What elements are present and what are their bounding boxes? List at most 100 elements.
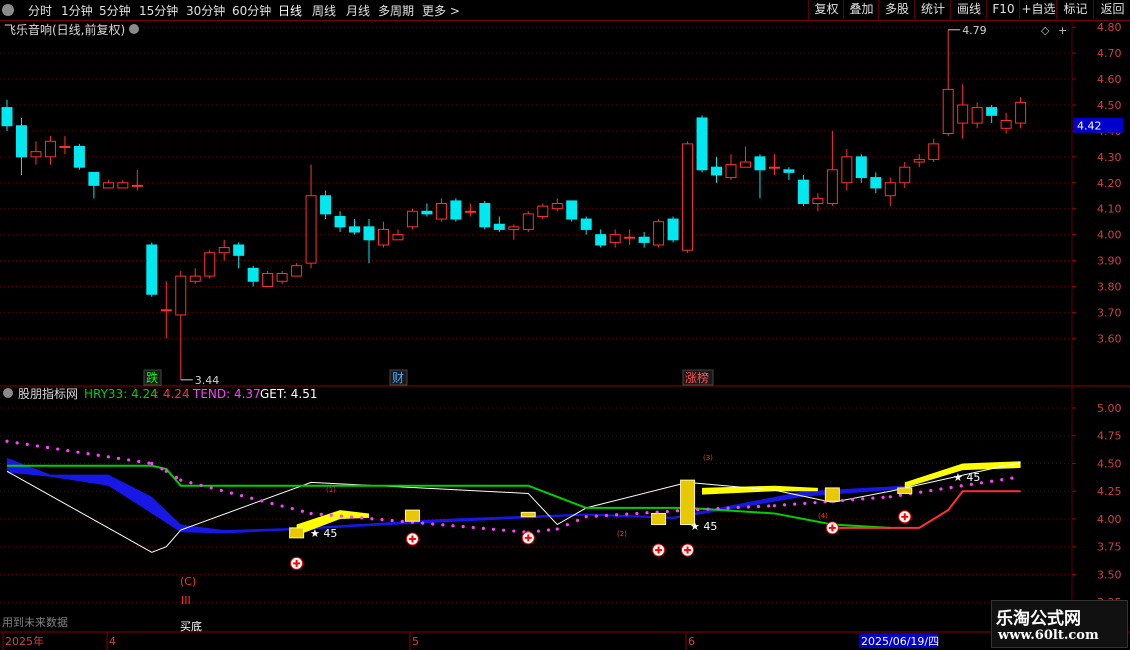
main-tick-label-2: 3.80: [1097, 280, 1122, 293]
candle-body: [739, 161, 751, 168]
c-label: (C): [180, 575, 196, 588]
candle-66: [957, 84, 969, 139]
tend-dot: [209, 486, 213, 490]
period-tab-8[interactable]: 月线: [346, 2, 370, 19]
indicator-dropdown-icon: [3, 388, 13, 398]
roman-label: III: [181, 594, 191, 607]
tend-dot: [851, 498, 855, 502]
candle-2: [30, 141, 42, 165]
star-label-0: ★ 45: [310, 527, 337, 540]
toolbar-button-3[interactable]: 统计: [914, 0, 951, 19]
candle-body: [826, 169, 838, 205]
period-tab-9[interactable]: 多周期: [378, 2, 414, 19]
tend-dot: [502, 528, 506, 532]
candle-17: [247, 265, 259, 287]
candle-body: [768, 166, 780, 169]
period-tab-10[interactable]: 更多 >: [422, 2, 460, 19]
tend-dot: [179, 478, 183, 482]
tend-dot: [675, 509, 680, 513]
candle-45: [653, 219, 665, 248]
plus-marker-6: [898, 510, 912, 524]
candle-42: [609, 229, 621, 248]
gold-bar-6: [897, 487, 913, 494]
tend-dot: [782, 503, 787, 507]
tend-dot: [137, 459, 141, 464]
period-tab-7[interactable]: 周线: [312, 2, 336, 19]
candle-body: [609, 234, 621, 243]
tend-dot: [56, 447, 60, 451]
candle-body: [88, 171, 100, 186]
gold-bar-2: [520, 511, 536, 518]
current-price-label: 4.42: [1077, 120, 1102, 133]
tend-dot: [147, 461, 151, 465]
main-tick-label-7: 4.30: [1097, 151, 1122, 164]
toolbar-button-2[interactable]: 多股: [878, 0, 915, 19]
toolbar-button-7[interactable]: 标记: [1056, 0, 1094, 19]
toolbar-menu-icon[interactable]: [2, 4, 14, 16]
candle-49: [711, 156, 723, 183]
period-tab-2[interactable]: 5分钟: [99, 2, 131, 19]
candle-13: [189, 268, 201, 284]
toolbar-button-6[interactable]: +自选: [1019, 0, 1057, 19]
tend-dot: [665, 509, 669, 514]
period-tab-6[interactable]: 日线: [278, 2, 302, 19]
sub-tick-label-5: 4.50: [1097, 457, 1122, 470]
tend-dot: [491, 527, 496, 531]
gold-bar-4: [680, 479, 696, 526]
period-tab-1[interactable]: 1分钟: [61, 2, 93, 19]
candle-body: [73, 145, 85, 168]
candle-36: [522, 211, 534, 233]
candle-body: [653, 221, 665, 246]
tend-dot: [25, 442, 29, 446]
tend-dot: [300, 509, 304, 513]
main-tick-label-9: 4.50: [1097, 99, 1122, 112]
watermark-title: 乐淘公式网: [996, 609, 1081, 629]
tend-dot: [350, 515, 354, 519]
candle-31: [450, 198, 462, 222]
tend-dot: [96, 453, 100, 457]
tend-dot: [635, 511, 639, 516]
candle-body: [305, 195, 317, 264]
tend-dot: [280, 504, 284, 508]
period-tab-4[interactable]: 30分钟: [186, 2, 225, 19]
candle-body: [682, 143, 694, 251]
candle-body: [884, 182, 896, 197]
candle-body: [1015, 101, 1027, 124]
candle-body: [131, 184, 143, 187]
candle-body: [696, 117, 708, 171]
tend-dot: [481, 526, 485, 531]
candle-body: [406, 210, 418, 228]
toolbar-button-5[interactable]: F10: [986, 0, 1020, 19]
toolbar-button-8[interactable]: 返回: [1093, 0, 1130, 19]
sub-tick-label-3: 4.00: [1097, 513, 1122, 526]
plus-marker-1: [405, 532, 419, 546]
tend-dot: [400, 519, 404, 523]
toolbar-button-1[interactable]: 叠加: [843, 0, 879, 19]
tend-dot: [990, 479, 994, 483]
candle-body: [262, 273, 274, 287]
candle-body: [233, 244, 245, 256]
high-price-label: 4.79: [962, 24, 987, 37]
candle-body: [841, 156, 853, 184]
period-tab-3[interactable]: 15分钟: [139, 2, 178, 19]
period-tab-0[interactable]: 分时: [28, 2, 52, 19]
tend-dot: [219, 488, 223, 493]
indicator-value-3: GET: 4.51: [260, 387, 317, 401]
tend-dot: [164, 469, 168, 473]
candle-58: [841, 149, 853, 191]
main-tick-label-1: 3.70: [1097, 306, 1122, 319]
stock-chart: 3.603.703.803.904.004.104.204.304.404.50…: [0, 20, 1130, 650]
tend-dot: [15, 441, 19, 445]
tend-dot: [767, 504, 771, 508]
tend-dot: [319, 512, 323, 516]
candle-body: [638, 236, 650, 243]
event-label-1: 财: [392, 371, 404, 385]
toolbar-button-4[interactable]: 画线: [950, 0, 987, 19]
candle-body: [537, 205, 549, 217]
tend-dot: [696, 507, 700, 512]
candle-43: [624, 229, 636, 245]
sub-tick-label-6: 4.75: [1097, 430, 1122, 443]
candle-46: [667, 216, 679, 243]
period-tab-5[interactable]: 60分钟: [232, 2, 271, 19]
toolbar-button-0[interactable]: 复权: [808, 0, 844, 19]
